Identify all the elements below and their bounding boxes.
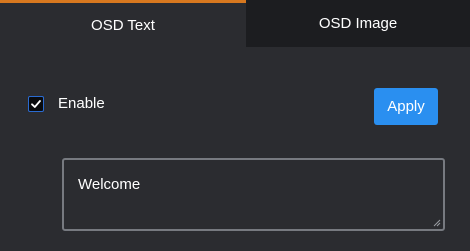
tab-osd-image[interactable]: OSD Image [246,0,470,48]
tab-bar: OSD Text OSD Image [0,0,470,48]
osd-text-value: Welcome [78,176,141,193]
apply-button[interactable]: Apply [374,88,438,125]
osd-text-input[interactable]: Welcome [62,158,445,231]
tab-osd-image-label: OSD Image [318,15,398,32]
tab-osd-text-label: OSD Text [91,17,155,34]
check-icon [31,99,41,108]
enable-row: Enable [28,95,105,112]
enable-label: Enable [58,95,105,112]
tab-osd-text[interactable]: OSD Text [0,0,246,48]
osd-settings-panel: OSD Text OSD Image Enable Apply Welcome [0,0,470,251]
resize-handle-icon[interactable] [431,217,441,227]
enable-checkbox[interactable] [28,95,44,112]
